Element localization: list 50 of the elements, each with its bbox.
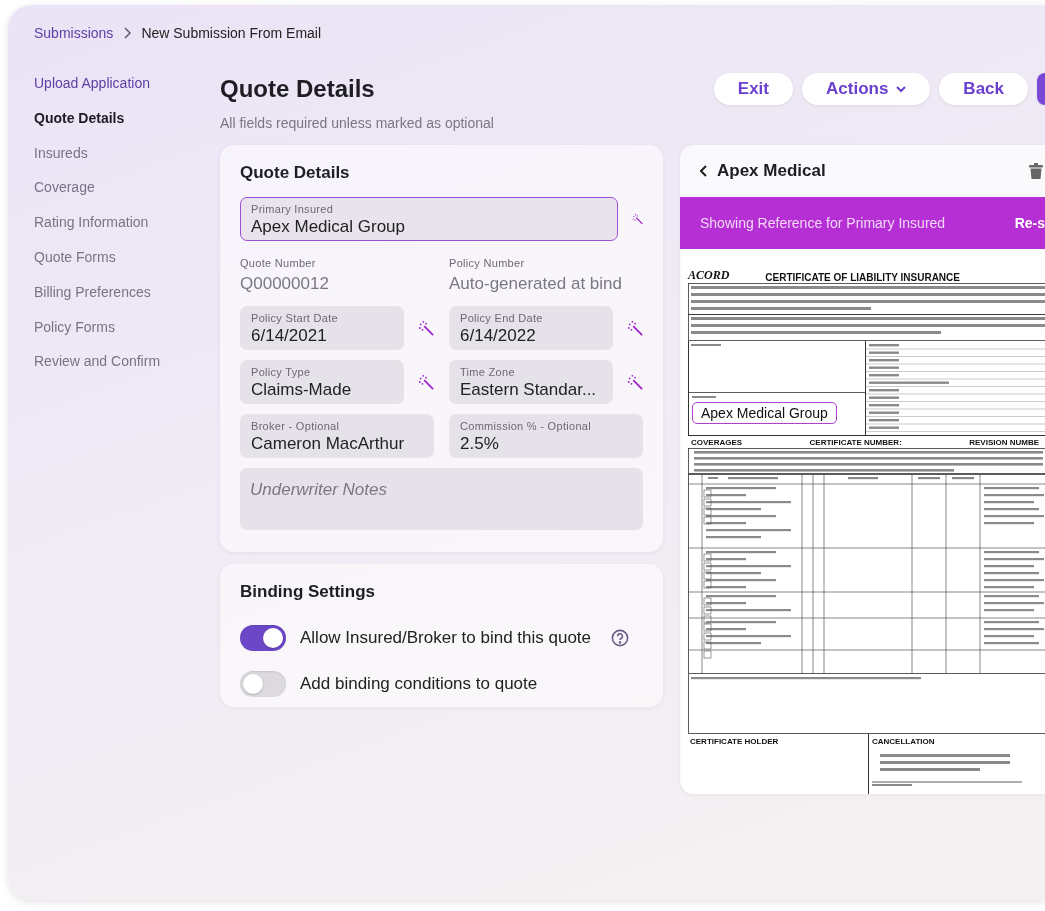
panel-title: Apex Medical [717, 161, 827, 181]
field-value: Auto-generated at bind [449, 274, 622, 294]
toggle-label: Allow Insured/Broker to bind this quote [300, 628, 592, 648]
document-heading: CERTIFICATE NUMBER: [809, 438, 902, 447]
chevron-right-icon [123, 27, 132, 39]
breadcrumb-current: New Submission From Email [141, 25, 322, 41]
trash-icon [1029, 163, 1043, 179]
highlighted-text: Apex Medical Group [692, 402, 837, 424]
sidebar-item[interactable]: Billing Preferences [34, 283, 220, 319]
input-field[interactable]: Policy Start Date 6/14/2021 [240, 306, 404, 350]
field-label: Quote Number [240, 257, 316, 269]
toggle-switch[interactable] [240, 671, 286, 697]
notes-field[interactable]: Underwriter Notes [240, 468, 643, 530]
sidebar-item[interactable]: Insureds [34, 144, 220, 180]
caret-down-icon [896, 85, 907, 93]
input-field[interactable]: Commission % - Optional 2.5% [449, 414, 643, 458]
input-field[interactable]: Policy Type Claims-Made [240, 360, 404, 404]
field-label: Policy Number [449, 257, 525, 269]
actions-menu-button[interactable]: Actions [802, 73, 931, 105]
card-title: Binding Settings [240, 582, 377, 602]
document-title: CERTIFICATE OF LIABILITY INSURANCE [765, 272, 960, 283]
header-button[interactable]: Exit [713, 73, 793, 105]
sidebar-item[interactable]: Review and Confirm [34, 353, 220, 389]
sidebar-item[interactable]: Upload Application [34, 75, 220, 110]
sidebar-item[interactable]: Policy Forms [34, 318, 220, 354]
document-heading: CERTIFICATE HOLDER [690, 737, 780, 746]
document-heading: COVERAGES [691, 438, 743, 447]
page-title: Quote Details [220, 75, 375, 103]
header-button[interactable]: Back [939, 73, 1028, 105]
field-value: Q00000012 [240, 274, 329, 294]
toggle-switch[interactable] [240, 625, 286, 651]
breadcrumb-link[interactable]: Submissions [34, 25, 114, 41]
sidebar-item[interactable]: Quote Forms [34, 249, 220, 284]
page-subtitle: All fields required unless marked as optional [220, 115, 495, 131]
sidebar-item[interactable]: Rating Information [34, 214, 220, 249]
document-logo: ACORD [688, 268, 730, 283]
sidebar-item[interactable]: Coverage [34, 179, 220, 215]
card-title: Quote Details [240, 163, 351, 183]
document-heading: CANCELLATION [872, 737, 936, 746]
sidebar-item[interactable]: Quote Details [34, 109, 220, 145]
document-heading: REVISION NUMBE [969, 438, 1039, 447]
input-field[interactable]: Policy End Date 6/14/2022 [449, 306, 613, 350]
chevron-left-icon [700, 165, 708, 177]
input-field[interactable]: Primary Insured Apex Medical Group [240, 197, 618, 241]
toggle-label: Add binding conditions to quote [300, 674, 538, 694]
primary-button[interactable] [1037, 73, 1045, 105]
banner-link[interactable]: Re-s [1014, 215, 1045, 231]
banner-text: Showing Reference for Primary Insured [700, 215, 946, 231]
input-field[interactable]: Time Zone Eastern Standar... [449, 360, 613, 404]
input-field[interactable]: Broker - Optional Cameron MacArthur [240, 414, 434, 458]
